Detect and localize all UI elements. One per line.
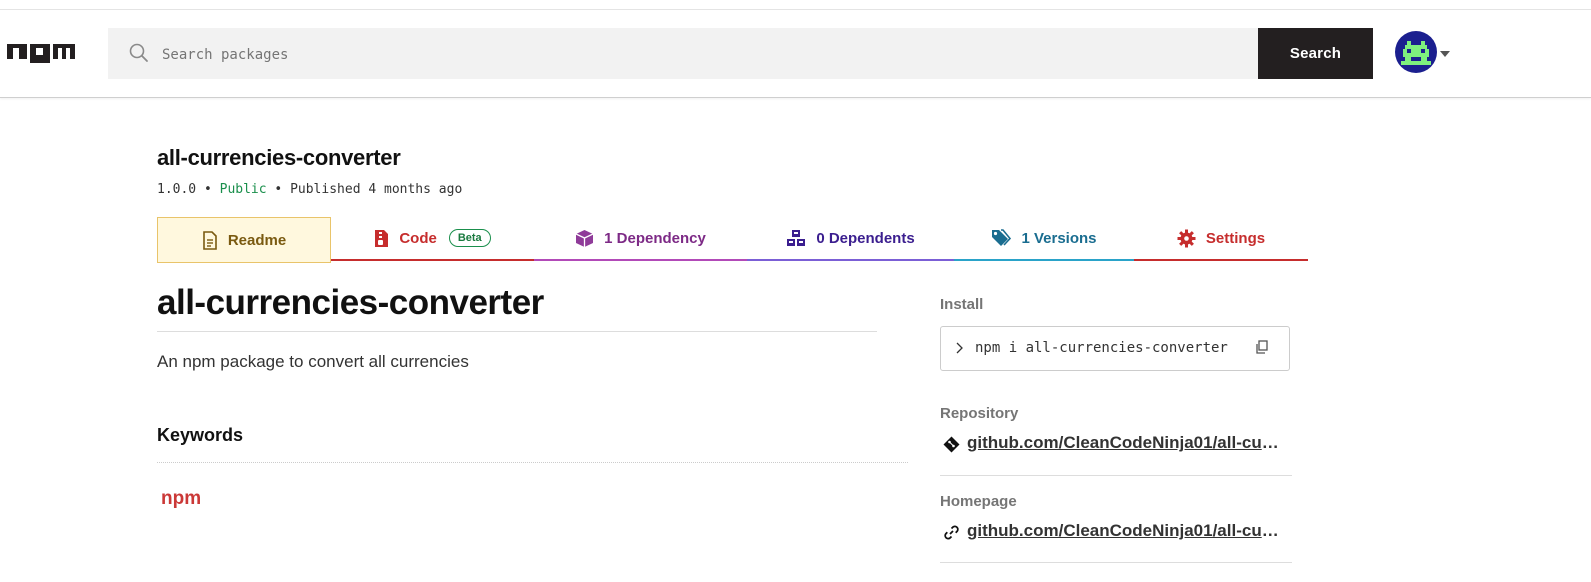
keyword-link[interactable]: npm xyxy=(161,488,201,510)
keywords-heading: Keywords xyxy=(157,425,908,463)
readme-icon xyxy=(203,230,217,250)
package-meta: 1.0.0 • Public • Published 4 months ago xyxy=(157,182,462,197)
npm-logo[interactable] xyxy=(6,41,76,63)
tab-label: 1 Dependency xyxy=(604,229,706,247)
tab-label: Code xyxy=(399,229,437,247)
avatar[interactable] xyxy=(1395,31,1437,73)
tab-code[interactable]: Code Beta xyxy=(331,217,534,261)
site-header: Search xyxy=(0,10,1591,98)
tab-label: Readme xyxy=(227,231,287,249)
tab-readme[interactable]: Readme xyxy=(157,217,331,263)
tab-dependencies[interactable]: 1 Dependency xyxy=(534,217,747,261)
git-icon xyxy=(943,436,960,453)
chevron-right-icon xyxy=(956,342,963,354)
tab-settings[interactable]: Settings xyxy=(1134,217,1308,261)
repository-row: github.com/CleanCodeNinja01/all-currenci… xyxy=(940,433,1292,476)
install-command[interactable]: npm i all-currencies-converter xyxy=(975,340,1228,356)
homepage-row: github.com/CleanCodeNinja01/all-currenci… xyxy=(940,521,1292,563)
copy-icon[interactable] xyxy=(1255,340,1269,354)
search-box xyxy=(108,28,1258,81)
install-label: Install xyxy=(940,296,984,313)
readme-title: all-currencies-converter xyxy=(157,283,877,332)
package-tabs: Readme Code Beta 1 Dependency 0 Dependen… xyxy=(157,217,1308,263)
search-button[interactable]: Search xyxy=(1258,28,1373,79)
beta-badge: Beta xyxy=(448,229,491,247)
link-icon xyxy=(944,525,959,540)
box-icon xyxy=(575,229,594,247)
code-zip-icon xyxy=(375,229,389,247)
tab-label: 0 Dependents xyxy=(816,229,915,247)
boxes-icon xyxy=(787,230,806,246)
homepage-link[interactable]: github.com/CleanCodeNinja01/all-currenci… xyxy=(967,521,1279,541)
package-version: 1.0.0 xyxy=(157,182,197,197)
meta-separator: • xyxy=(274,182,283,197)
search-icon xyxy=(129,43,148,62)
package-name: all-currencies-converter xyxy=(157,145,401,170)
package-visibility: Public xyxy=(219,182,267,197)
caret-down-icon[interactable] xyxy=(1440,51,1450,57)
install-command-box[interactable]: npm i all-currencies-converter xyxy=(940,326,1290,371)
tab-label: Settings xyxy=(1205,229,1266,247)
tags-icon xyxy=(992,229,1012,246)
package-published: Published 4 months ago xyxy=(290,182,463,197)
gear-icon xyxy=(1177,229,1196,247)
repository-label: Repository xyxy=(940,405,1019,422)
search-input[interactable] xyxy=(160,28,1254,81)
meta-separator: • xyxy=(203,182,212,197)
tab-label: 1 Versions xyxy=(1021,229,1097,247)
repository-link[interactable]: github.com/CleanCodeNinja01/all-currenci… xyxy=(967,433,1279,453)
tab-dependents[interactable]: 0 Dependents xyxy=(747,217,954,261)
readme-description: An npm package to convert all currencies xyxy=(157,352,469,371)
tab-versions[interactable]: 1 Versions xyxy=(954,217,1134,261)
homepage-label: Homepage xyxy=(940,493,1017,510)
